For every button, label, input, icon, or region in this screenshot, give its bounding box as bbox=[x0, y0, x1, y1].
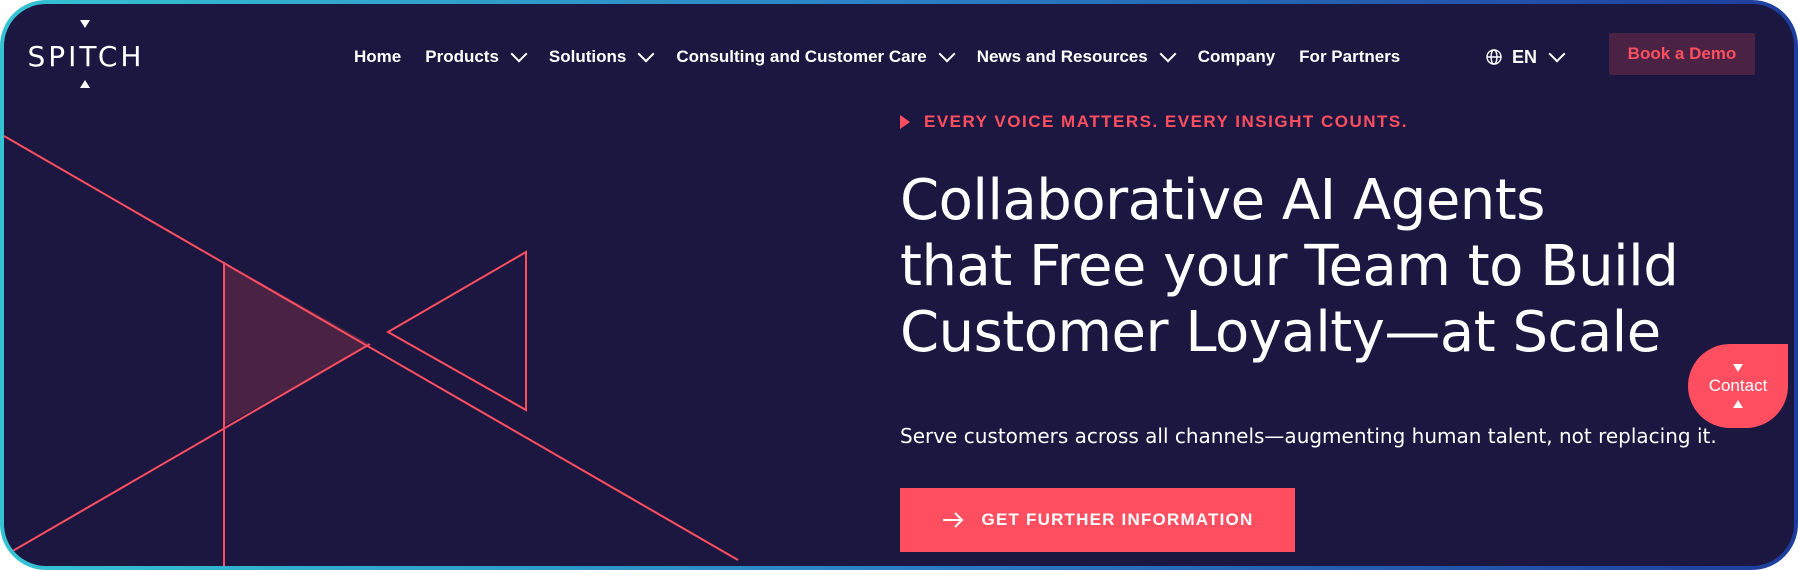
globe-icon bbox=[1486, 49, 1502, 65]
hero-kicker: EVERY VOICE MATTERS. EVERY INSIGHT COUNT… bbox=[900, 112, 1408, 132]
outline-triangle bbox=[385, 250, 527, 412]
chevron-down-icon bbox=[938, 45, 956, 63]
chevron-down-icon bbox=[637, 45, 655, 63]
contact-button[interactable]: Contact bbox=[1688, 344, 1788, 428]
kicker-text: EVERY VOICE MATTERS. EVERY INSIGHT COUNT… bbox=[924, 112, 1408, 131]
diagonal-line-1 bbox=[4, 135, 739, 561]
headline-line: that Free your Team to Build bbox=[900, 234, 1679, 299]
nav-item-solutions[interactable]: Solutions bbox=[548, 45, 655, 67]
book-demo-button[interactable]: Book a Demo bbox=[1609, 33, 1755, 75]
headline-line: Customer Loyalty—at Scale bbox=[900, 300, 1661, 365]
nav-label: Consulting and Customer Care bbox=[676, 47, 927, 66]
headline-line: Collaborative AI Agents bbox=[900, 168, 1545, 233]
brand-wordmark: SPITCH bbox=[27, 40, 145, 73]
hero-headline: Collaborative AI Agents that Free your T… bbox=[900, 168, 1679, 366]
triangle-up-icon bbox=[1733, 400, 1743, 408]
nav-label: News and Resources bbox=[976, 47, 1148, 66]
contact-label: Contact bbox=[1708, 376, 1768, 395]
triangle-down-icon bbox=[1733, 364, 1743, 372]
diagonal-line-2 bbox=[4, 343, 371, 557]
nav-item-news-resources[interactable]: News and Resources bbox=[976, 45, 1177, 67]
language-code: EN bbox=[1512, 46, 1538, 67]
nav-label: Home bbox=[354, 47, 402, 66]
filled-triangle bbox=[224, 262, 370, 426]
nav-item-products[interactable]: Products bbox=[425, 45, 528, 67]
hero-subline: Serve customers across all channels—augm… bbox=[900, 424, 1717, 448]
arrow-right-icon bbox=[942, 512, 963, 528]
get-information-button[interactable]: GET FURTHER INFORMATION bbox=[900, 488, 1295, 552]
language-selector[interactable]: EN bbox=[1486, 44, 1566, 70]
cta-label: GET FURTHER INFORMATION bbox=[981, 510, 1254, 529]
nav-item-home[interactable]: Home bbox=[354, 47, 401, 67]
nav-label: For Partners bbox=[1299, 47, 1401, 66]
hero-section: SPITCH Home Products Solutions Consultin… bbox=[4, 4, 1794, 566]
page-frame: SPITCH Home Products Solutions Consultin… bbox=[0, 0, 1798, 570]
nav-label: Products bbox=[425, 47, 499, 66]
nav-label: Company bbox=[1197, 47, 1276, 66]
play-icon bbox=[900, 115, 910, 129]
main-nav: Home Products Solutions Consulting and C… bbox=[354, 44, 1400, 70]
chevron-down-icon bbox=[510, 45, 528, 63]
nav-item-company[interactable]: Company bbox=[1198, 47, 1275, 67]
chevron-down-icon bbox=[1159, 45, 1177, 63]
logo-triangle-up-icon bbox=[80, 80, 90, 88]
nav-item-partners[interactable]: For Partners bbox=[1299, 47, 1400, 67]
nav-label: Solutions bbox=[548, 47, 627, 66]
nav-item-consulting[interactable]: Consulting and Customer Care bbox=[676, 45, 956, 67]
brand-logo[interactable]: SPITCH bbox=[18, 18, 154, 98]
logo-triangle-down-icon bbox=[80, 20, 90, 28]
chevron-down-icon bbox=[1548, 45, 1566, 63]
